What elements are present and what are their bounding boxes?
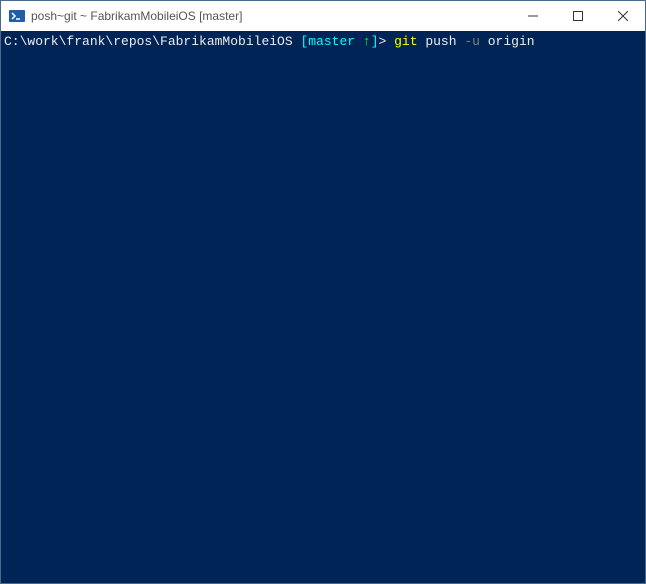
cmd-push: push [418, 34, 465, 49]
cmd-git: git [394, 34, 417, 49]
titlebar[interactable]: posh~git ~ FabrikamMobileiOS [master] [1, 1, 645, 31]
close-button[interactable] [600, 1, 645, 31]
cmd-origin: origin [480, 34, 535, 49]
branch-indicator: ↑ [355, 34, 371, 49]
powershell-icon [9, 8, 25, 24]
prompt-caret: > [379, 34, 395, 49]
branch-close: ] [371, 34, 379, 49]
powershell-window: posh~git ~ FabrikamMobileiOS [master] C:… [0, 0, 646, 584]
prompt-path: C:\work\frank\repos\FabrikamMobileiOS [4, 34, 293, 49]
maximize-button[interactable] [555, 1, 600, 31]
branch-name: master [308, 34, 355, 49]
branch-open: [ [293, 34, 309, 49]
terminal-area[interactable]: C:\work\frank\repos\FabrikamMobileiOS [m… [1, 31, 645, 583]
window-title: posh~git ~ FabrikamMobileiOS [master] [31, 9, 510, 23]
window-controls [510, 1, 645, 31]
minimize-button[interactable] [510, 1, 555, 31]
cmd-flag: -u [464, 34, 480, 49]
